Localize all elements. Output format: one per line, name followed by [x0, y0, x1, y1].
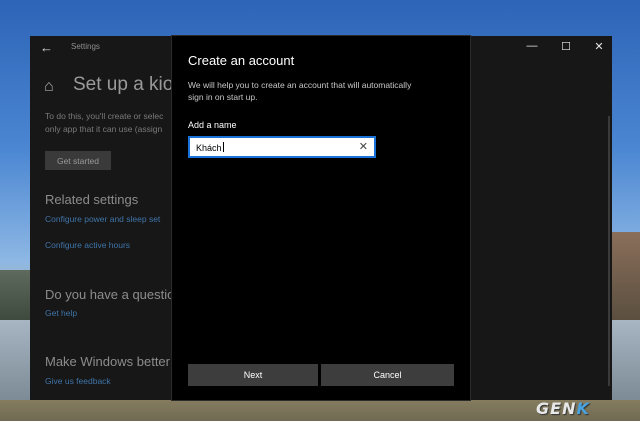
maximize-icon[interactable]: ☐: [558, 40, 574, 53]
scrollbar[interactable]: [608, 116, 610, 386]
window-title: Settings: [71, 42, 100, 51]
back-arrow-icon[interactable]: ←: [40, 40, 53, 55]
watermark-main-text: GEN: [536, 399, 577, 418]
home-icon[interactable]: ⌂: [44, 78, 54, 96]
page-title: Set up a kios: [73, 74, 183, 95]
page-description: To do this, you'll create or selec only …: [45, 110, 175, 136]
power-sleep-link[interactable]: Configure power and sleep set: [45, 214, 160, 224]
make-windows-better-heading: Make Windows better: [45, 354, 170, 369]
clear-icon[interactable]: ✕: [359, 140, 368, 153]
related-settings-heading: Related settings: [45, 192, 139, 207]
next-button[interactable]: Next: [188, 364, 318, 386]
description-line-2: only app that it can use (assign: [45, 124, 163, 134]
background-water-right: [612, 320, 640, 400]
genk-watermark-logo: GENK: [536, 399, 590, 418]
background-building-right: [612, 232, 640, 322]
dialog-description: We will help you to create an account th…: [188, 79, 411, 103]
create-account-dialog: Create an account We will help you to cr…: [172, 36, 470, 400]
dialog-title: Create an account: [188, 53, 295, 68]
name-value-text: Khách: [196, 143, 222, 153]
dialog-description-line-1: We will help you to create an account th…: [188, 80, 412, 90]
name-field-label: Add a name: [188, 120, 237, 130]
active-hours-link[interactable]: Configure active hours: [45, 240, 130, 250]
dialog-description-line-2: sign in on start up.: [188, 92, 258, 102]
name-input-value[interactable]: Khách: [196, 142, 346, 153]
close-icon[interactable]: ✕: [591, 40, 607, 53]
cancel-button[interactable]: Cancel: [321, 364, 454, 386]
get-help-link[interactable]: Get help: [45, 308, 77, 318]
description-line-1: To do this, you'll create or selec: [45, 111, 164, 121]
background-bridge-left: [0, 270, 30, 320]
watermark-accent-text: K: [576, 399, 590, 418]
background-water-left: [0, 320, 30, 400]
get-started-button[interactable]: Get started: [45, 151, 111, 170]
give-feedback-link[interactable]: Give us feedback: [45, 376, 111, 386]
text-caret: [222, 142, 224, 152]
minimize-icon[interactable]: —: [524, 40, 540, 52]
name-input[interactable]: Khách ✕: [188, 136, 376, 158]
question-heading: Do you have a questio: [45, 287, 175, 302]
